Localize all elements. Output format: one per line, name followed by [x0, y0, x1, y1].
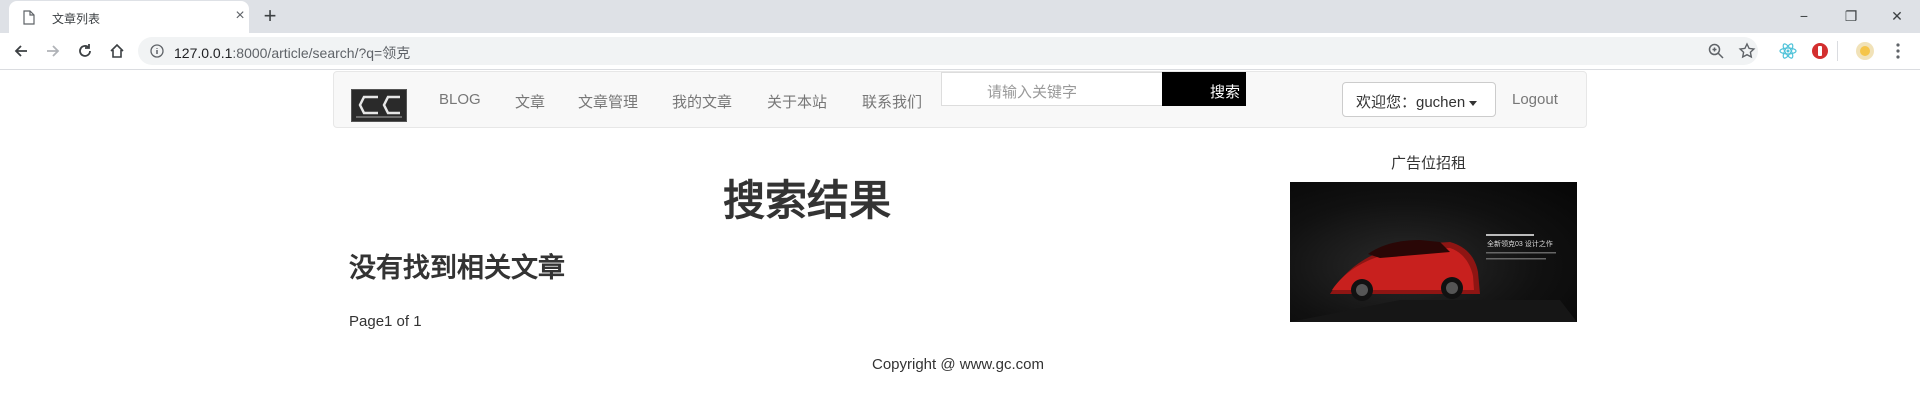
- new-tab-button[interactable]: +: [258, 5, 282, 29]
- home-icon: [110, 43, 124, 58]
- home-button[interactable]: [105, 39, 129, 63]
- site-logo[interactable]: [351, 89, 407, 122]
- tab-title: 文章列表: [52, 12, 101, 26]
- react-extension-icon[interactable]: [1778, 41, 1798, 61]
- site-navbar: BLOG 文章 文章管理 我的文章 关于本站 联系我们 搜索 欢迎您：guche…: [333, 71, 1587, 128]
- profile-avatar-icon[interactable]: [1855, 41, 1875, 61]
- user-dropdown[interactable]: 欢迎您：guchen: [1342, 82, 1496, 117]
- nav-link-blog[interactable]: BLOG: [439, 91, 481, 108]
- tab-close-icon[interactable]: ×: [231, 7, 249, 25]
- reload-icon: [79, 44, 91, 57]
- search-button[interactable]: 搜索: [1162, 72, 1246, 106]
- ad-title: 广告位招租: [1391, 155, 1467, 172]
- info-icon[interactable]: [150, 44, 164, 58]
- logout-link[interactable]: Logout: [1512, 91, 1558, 108]
- logo-gc-icon: [352, 90, 406, 121]
- page-title: 搜索结果: [723, 177, 892, 224]
- arrow-left-icon: [14, 45, 27, 57]
- nav-link-contact[interactable]: 联系我们: [862, 91, 922, 112]
- browser-tab-active[interactable]: 文章列表 ×: [9, 1, 249, 33]
- footer-copyright: Copyright @ www.gc.com: [872, 356, 1044, 373]
- nav-link-articles[interactable]: 文章: [515, 91, 545, 112]
- url-host: 127.0.0.1: [174, 45, 233, 61]
- ad-caption: 全新领克03 设计之作: [1487, 241, 1553, 248]
- caret-down-icon: [1469, 100, 1478, 106]
- back-button[interactable]: [9, 39, 33, 63]
- user-dropdown-label: 欢迎您：guchen: [1356, 94, 1466, 111]
- pagination-info: Page1 of 1: [349, 313, 422, 330]
- address-bar[interactable]: 127.0.0.1:8000/article/search/?q=领克: [138, 37, 1758, 65]
- search-input[interactable]: [941, 72, 1166, 106]
- url-text: 127.0.0.1:8000/article/search/?q=领克: [174, 43, 410, 63]
- nav-link-about[interactable]: 关于本站: [767, 91, 827, 112]
- nav-link-my-articles[interactable]: 我的文章: [672, 91, 732, 112]
- bookmark-star-icon[interactable]: [1738, 42, 1756, 60]
- no-result-message: 没有找到相关文章: [349, 253, 565, 283]
- ad-banner-image[interactable]: 全新领克03 设计之作: [1290, 182, 1577, 322]
- browser-toolbar: 127.0.0.1:8000/article/search/?q=领克: [0, 33, 1920, 70]
- red-car-illustration-icon: [1290, 234, 1577, 322]
- url-path: :8000/article/search/?q=领克: [232, 45, 411, 61]
- document-icon: [23, 10, 35, 25]
- window-close-button[interactable]: ✕: [1885, 4, 1909, 28]
- window-restore-button[interactable]: ❐: [1839, 4, 1863, 28]
- adblock-extension-icon[interactable]: [1810, 41, 1830, 61]
- window-minimize-button[interactable]: −: [1792, 4, 1816, 28]
- arrow-right-icon: [47, 45, 60, 57]
- zoom-icon[interactable]: [1707, 42, 1725, 60]
- reload-button[interactable]: [73, 39, 97, 63]
- forward-button[interactable]: [41, 39, 65, 63]
- toolbar-divider: [1837, 41, 1838, 61]
- browser-menu-icon[interactable]: [1888, 41, 1908, 61]
- nav-link-article-manage[interactable]: 文章管理: [578, 91, 638, 112]
- browser-tabstrip: 文章列表 × + − ❐ ✕: [0, 0, 1920, 33]
